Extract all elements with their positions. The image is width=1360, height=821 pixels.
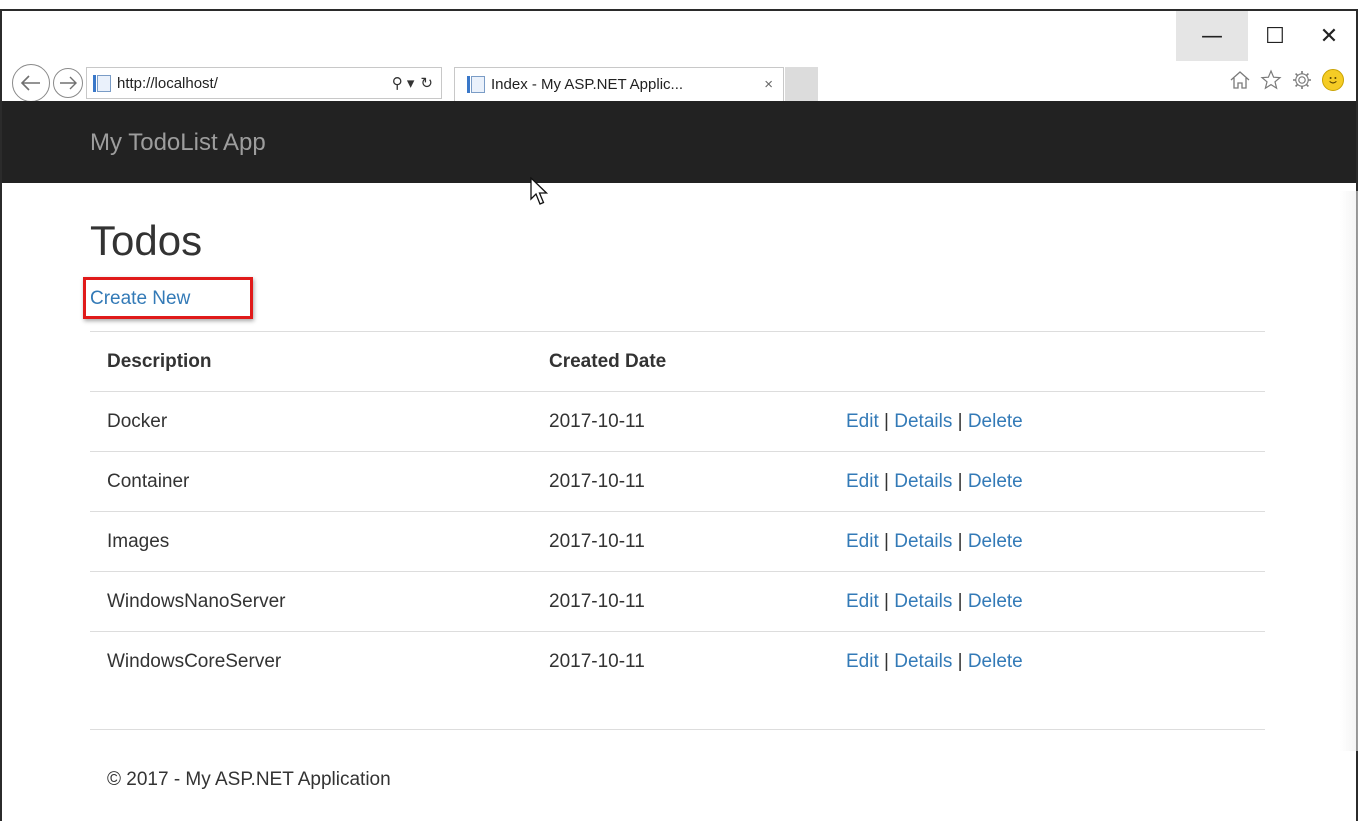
browser-chrome: — ☐ ✕ http://localhost/ ⚲ ▾ ↻ Index - My… [2,11,1356,102]
edit-link[interactable]: Edit [846,411,879,432]
details-link[interactable]: Details [894,531,952,552]
edit-link[interactable]: Edit [846,591,879,612]
delete-link[interactable]: Delete [968,531,1023,552]
cell-description: WindowsNanoServer [90,571,532,632]
tab-close-icon[interactable]: × [764,76,773,93]
page-edge [1340,191,1358,751]
maximize-button[interactable]: ☐ [1248,11,1302,61]
address-bar[interactable]: http://localhost/ ⚲ ▾ ↻ [86,67,442,99]
refresh-icon[interactable]: ↻ [420,74,433,92]
back-arrow-icon [20,75,40,91]
cell-created-date: 2017-10-11 [532,511,829,572]
header-created-date: Created Date [532,331,829,392]
app-navbar: My TodoList App [2,101,1356,183]
window-controls: — ☐ ✕ [1176,11,1356,61]
table-row: Docker 2017-10-11 Edit | Details | Delet… [90,391,1265,452]
tab-page-icon [467,76,485,93]
table-row: Images 2017-10-11 Edit | Details | Delet… [90,511,1265,572]
table-row: Container 2017-10-11 Edit | Details | De… [90,451,1265,512]
separator: | [957,650,963,672]
separator: | [884,410,889,432]
separator: | [957,590,963,612]
separator: | [884,590,889,612]
create-new-link[interactable]: Create New [90,288,190,310]
back-button[interactable] [12,64,50,102]
separator: | [884,650,889,672]
details-link[interactable]: Details [894,471,952,492]
page-title: Todos [90,217,203,264]
cell-description: Images [90,511,532,572]
edit-link[interactable]: Edit [846,531,879,552]
favorites-star-icon[interactable] [1260,69,1282,91]
details-link[interactable]: Details [894,411,952,432]
close-window-button[interactable]: ✕ [1302,11,1356,61]
todos-table: Description Created Date Docker 2017-10-… [90,331,1265,691]
feedback-smiley-icon[interactable] [1322,69,1344,91]
smiley-face-icon [1329,77,1337,84]
separator: | [884,530,889,552]
footer-divider [90,729,1265,730]
separator: | [957,470,963,492]
row-actions: Edit | Details | Delete [829,391,1265,452]
forward-button[interactable] [53,68,83,98]
cell-description: Container [90,451,532,512]
edit-link[interactable]: Edit [846,651,879,672]
browser-toolbar [1229,69,1344,91]
delete-link[interactable]: Delete [968,471,1023,492]
details-link[interactable]: Details [894,591,952,612]
footer-text: © 2017 - My ASP.NET Application [107,769,391,790]
forward-arrow-icon [60,76,77,90]
delete-link[interactable]: Delete [968,411,1023,432]
separator: | [884,470,889,492]
separator: | [957,530,963,552]
home-icon[interactable] [1229,69,1251,91]
cell-created-date: 2017-10-11 [532,571,829,632]
delete-link[interactable]: Delete [968,591,1023,612]
cell-created-date: 2017-10-11 [532,631,829,691]
row-actions: Edit | Details | Delete [829,511,1265,572]
details-link[interactable]: Details [894,651,952,672]
url-text[interactable]: http://localhost/ [117,75,392,92]
cell-description: Docker [90,391,532,452]
search-dropdown-icon[interactable]: ⚲ ▾ [392,74,415,92]
new-tab-button[interactable] [785,67,818,101]
browser-tab[interactable]: Index - My ASP.NET Applic... × [454,67,784,101]
browser-window: — ☐ ✕ http://localhost/ ⚲ ▾ ↻ Index - My… [0,9,1358,821]
tab-title: Index - My ASP.NET Applic... [491,76,684,93]
header-actions [829,331,1265,392]
mouse-pointer-icon [530,177,549,205]
settings-gear-icon[interactable] [1291,69,1313,91]
edit-link[interactable]: Edit [846,471,879,492]
table-row: WindowsNanoServer 2017-10-11 Edit | Deta… [90,571,1265,632]
delete-link[interactable]: Delete [968,651,1023,672]
table-header-row: Description Created Date [90,331,1265,392]
row-actions: Edit | Details | Delete [829,451,1265,512]
separator: | [957,410,963,432]
table-row: WindowsCoreServer 2017-10-11 Edit | Deta… [90,631,1265,691]
cell-created-date: 2017-10-11 [532,391,829,452]
header-description: Description [90,331,532,392]
cell-created-date: 2017-10-11 [532,451,829,512]
brand-link[interactable]: My TodoList App [90,129,266,157]
page-icon [93,74,111,92]
row-actions: Edit | Details | Delete [829,631,1265,691]
minimize-button[interactable]: — [1176,11,1248,61]
row-actions: Edit | Details | Delete [829,571,1265,632]
cell-description: WindowsCoreServer [90,631,532,691]
